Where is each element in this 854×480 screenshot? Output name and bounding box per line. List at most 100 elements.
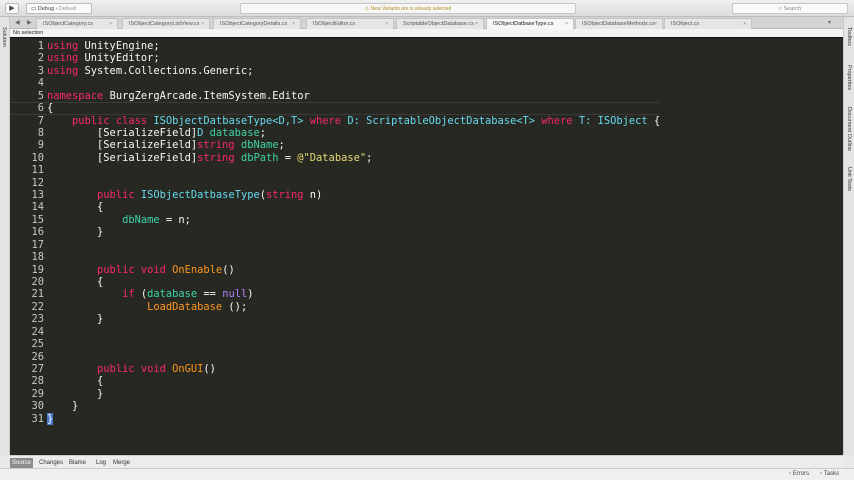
right-pad-bar: Toolbox Properties Document Outline Unit… [843, 17, 854, 455]
code-line: 26 [10, 351, 660, 363]
code-token: n) [303, 189, 323, 202]
line-number: 25 [31, 338, 44, 351]
code-editor[interactable]: 1 using UnityEngine; 2 using UnityEditor; 3 u… [10, 37, 843, 455]
tab-overflow-icon[interactable]: ▾ [828, 19, 831, 26]
code-line: 12 [10, 177, 660, 189]
code-token: ScriptableObjectDatabase [366, 114, 517, 127]
line-number: 10 [31, 151, 44, 164]
close-tab-icon[interactable]: × [743, 19, 746, 29]
code-token: ) [247, 288, 254, 301]
tasks-button[interactable]: ▫ Tasks [820, 471, 839, 477]
code-line: 31} [10, 412, 660, 425]
configuration-selector[interactable]: ▭ Debug › Default [26, 3, 92, 14]
code-token: } [47, 400, 79, 413]
code-token: [SerializeField] [47, 126, 198, 139]
tab-document[interactable]: ISObjectDatabaseMethods.cs × [575, 18, 663, 29]
line-number: 13 [31, 189, 44, 202]
search-input[interactable]: ⌕ Search [732, 3, 848, 14]
code-token: } [47, 412, 54, 425]
code-line: 19 public void OnEnable() [10, 264, 660, 276]
config-label: Debug [37, 6, 54, 12]
code-token: database [209, 126, 260, 139]
code-token: ; [259, 126, 266, 139]
line-number: 17 [31, 238, 44, 251]
code-line: 17 [10, 239, 660, 251]
line-number: 2 [37, 52, 44, 65]
toolbox-pad-button[interactable]: Toolbox [846, 27, 852, 46]
line-number: 4 [37, 77, 44, 90]
close-tab-icon[interactable]: × [292, 19, 295, 29]
forward-arrow-icon[interactable]: ▶ [27, 19, 32, 26]
line-number: 16 [31, 226, 44, 239]
code-token: } [47, 387, 104, 400]
code-token: string [197, 151, 235, 164]
code-token: OnEnable [172, 263, 223, 276]
errors-button[interactable]: ▫ Errors [789, 471, 809, 477]
code-token: T: [572, 114, 598, 127]
code-line: 6{ [10, 102, 660, 114]
tab-label: ScriptableObjectDatabase.cs [403, 21, 474, 27]
close-tab-icon[interactable]: × [654, 19, 657, 29]
tab-label: ISObjectDatabaseMethods.cs [582, 21, 655, 27]
tab-document[interactable]: ScriptableObjectDatabase.cs × [396, 18, 484, 29]
tab-label: ISObject.cs [671, 21, 700, 27]
line-number: 7 [37, 114, 44, 127]
tab-document[interactable]: ISObjectDatbaseType.cs × [486, 18, 574, 29]
code-token: using [47, 52, 79, 65]
tab-document[interactable]: ISObjectCategory.cs × [36, 18, 118, 29]
code-token: { [47, 102, 54, 115]
run-button[interactable]: ▶ [5, 3, 19, 14]
code-line: 29 } [10, 388, 660, 400]
code-token: { [47, 276, 104, 289]
tab-document[interactable]: ISObjectCategoryDetails.cs × [213, 18, 301, 29]
tab-document[interactable]: ISObjectEditor.cs × [306, 18, 394, 29]
line-number: 30 [31, 400, 44, 413]
code-line: 13 public ISObjectDatbaseType(string n) [10, 189, 660, 201]
back-arrow-icon[interactable]: ◀ [15, 19, 20, 26]
code-token: if [122, 288, 135, 301]
line-number: 12 [31, 176, 44, 189]
close-tab-icon[interactable]: × [201, 19, 204, 29]
line-number: 5 [37, 89, 44, 102]
tasks-icon: ▫ [820, 471, 823, 477]
tab-document[interactable]: ISObject.cs × [664, 18, 752, 29]
warning-icon: ⚠ [364, 6, 370, 12]
unit-tests-pad-button[interactable]: Unit Tests [846, 167, 852, 191]
close-tab-icon[interactable]: × [109, 19, 112, 29]
tab-label: ISObjectEditor.cs [313, 21, 356, 27]
code-line: 2 using UnityEditor; [10, 52, 660, 64]
tab-document[interactable]: ISObjectCategoryListView.cs × [122, 18, 210, 29]
properties-pad-button[interactable]: Properties [846, 65, 852, 90]
line-number: 29 [31, 387, 44, 400]
line-number: 3 [37, 64, 44, 77]
code-token: = n; [159, 213, 191, 226]
line-number: 14 [31, 201, 44, 214]
close-tab-icon[interactable]: × [475, 19, 478, 29]
code-token: == [197, 288, 223, 301]
code-token: @"Database" [297, 151, 367, 164]
code-line: 14 { [10, 201, 660, 213]
main-toolbar: ▶ ▭ Debug › Default ⚠ New Variants are i… [0, 0, 854, 17]
errors-icon: ▫ [789, 471, 792, 477]
code-line: 10 [SerializeField]string dbPath = @"Dat… [10, 152, 660, 164]
solution-pad-button[interactable]: Solution [1, 27, 7, 47]
version-control-tabs: Source Changes Blame Log Merge [10, 455, 843, 469]
code-token: ISObjectDatbaseType [140, 189, 260, 202]
close-tab-icon[interactable]: × [565, 19, 568, 29]
line-number: 20 [31, 276, 44, 289]
code-token: { [47, 201, 104, 214]
tab-label: ISObjectCategoryDetails.cs [220, 21, 288, 27]
line-number: 18 [31, 251, 44, 264]
code-line: 22 LoadDatabase (); [10, 301, 660, 313]
code-line: 7 public class ISObjectDatbaseType<D,T> … [10, 115, 660, 127]
code-line: 1 using UnityEngine; [10, 40, 660, 52]
code-line: 27 public void OnGUI() [10, 363, 660, 375]
code-token: dbPath [240, 151, 279, 164]
document-outline-pad-button[interactable]: Document Outline [846, 107, 852, 151]
close-tab-icon[interactable]: × [385, 19, 388, 29]
code-token: <D,T> [272, 114, 304, 127]
